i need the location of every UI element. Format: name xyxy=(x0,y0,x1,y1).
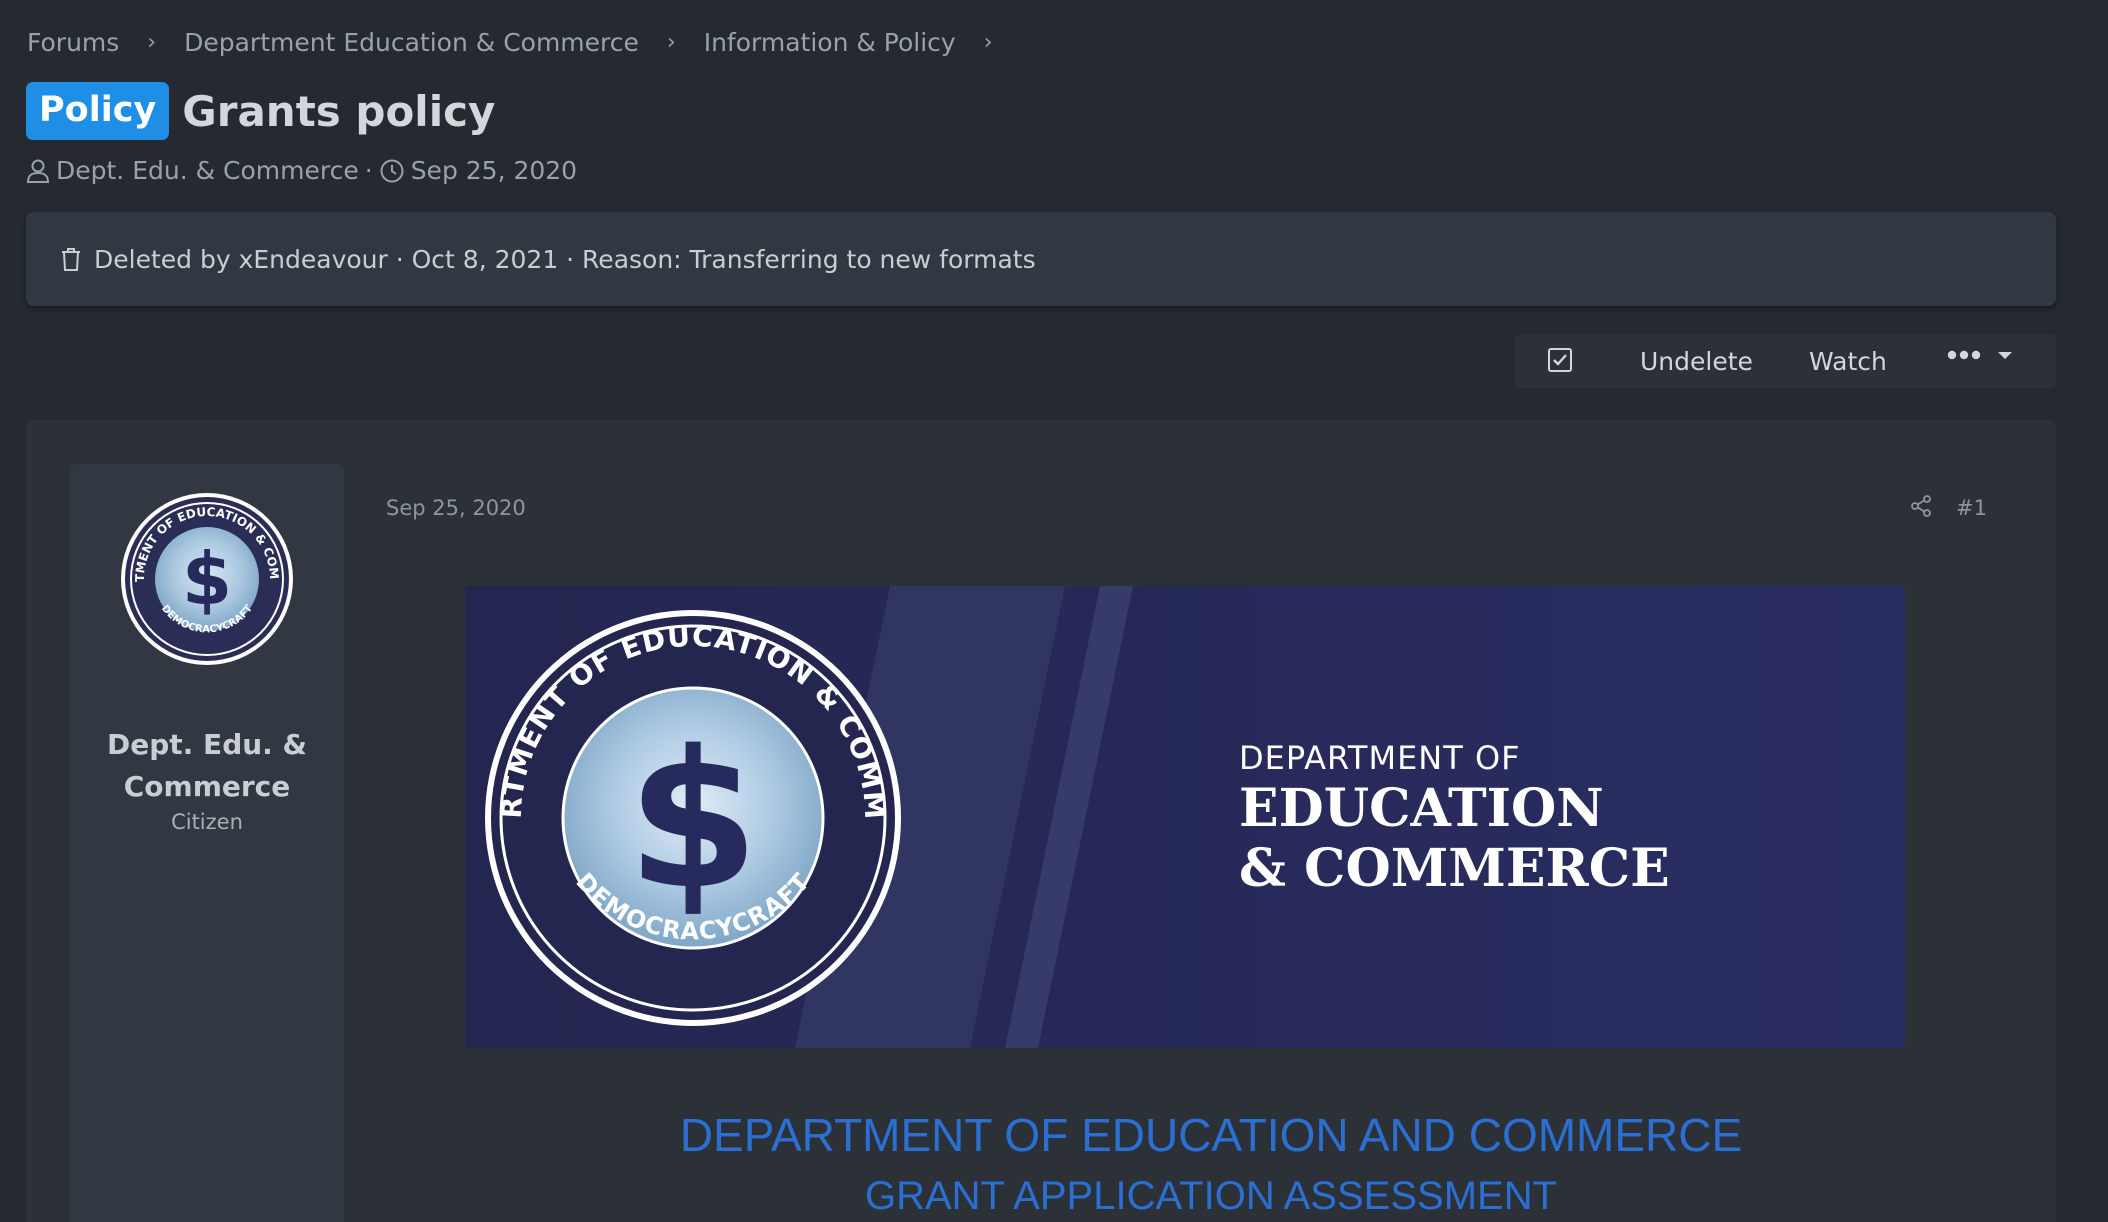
banner-image: DEPARTMENT OF EDUCATION & COMMERCE DEMOC… xyxy=(465,586,1905,1048)
avatar[interactable]: DEPARTMENT OF EDUCATION & COMMERCE DEMOC… xyxy=(120,492,294,666)
seal-dollar-sign: $ xyxy=(627,710,759,931)
clock-icon xyxy=(380,159,404,182)
thread-page: Forums › Department Education & Commerce… xyxy=(0,0,2108,1222)
more-options-button[interactable] xyxy=(1947,348,2015,362)
thread-title-row: Policy Grants policy xyxy=(26,82,495,140)
breadcrumb-department[interactable]: Department Education & Commerce xyxy=(184,28,639,57)
chevron-right-icon: › xyxy=(147,30,157,55)
post-date[interactable]: Sep 25, 2020 xyxy=(386,496,526,520)
caret-down-icon xyxy=(1998,352,2012,359)
banner-line-1: DEPARTMENT OF xyxy=(1239,739,1521,777)
watch-button[interactable]: Watch xyxy=(1809,347,1887,376)
undelete-button[interactable]: Undelete xyxy=(1640,347,1753,376)
chevron-right-icon: › xyxy=(666,30,676,55)
breadcrumb: Forums › Department Education & Commerce… xyxy=(27,28,1021,57)
thread-action-bar: Undelete Watch xyxy=(1515,334,2056,388)
user-icon xyxy=(26,159,50,183)
thread-author[interactable]: Dept. Edu. & Commerce xyxy=(56,156,359,185)
deleted-notice-text: Deleted by xEndeavour · Oct 8, 2021 · Re… xyxy=(94,244,1036,274)
post-user-cell: DEPARTMENT OF EDUCATION & COMMERCE DEMOC… xyxy=(70,464,344,1222)
post-heading-main: DEPARTMENT OF EDUCATION AND COMMERCE xyxy=(679,1109,1743,1161)
thread-date[interactable]: Sep 25, 2020 xyxy=(411,156,577,185)
more-dots-icon xyxy=(1947,350,1981,360)
banner-line-2: EDUCATION xyxy=(1239,778,1604,839)
prefix-badge[interactable]: Policy xyxy=(26,82,170,140)
trash-icon xyxy=(62,248,80,271)
banner-line-3: & COMMERCE xyxy=(1239,838,1670,899)
post-heading-sub: GRANT APPLICATION ASSESSMENT xyxy=(864,1174,1558,1218)
page-title: Grants policy xyxy=(182,86,496,136)
breadcrumb-forums[interactable]: Forums xyxy=(27,28,119,57)
post-username[interactable]: Dept. Edu. & Commerce xyxy=(70,724,344,808)
svg-text:$: $ xyxy=(182,537,232,621)
username-line-2: Commerce xyxy=(123,770,291,803)
user-title: Citizen xyxy=(171,810,243,834)
deleted-notice: Deleted by xEndeavour · Oct 8, 2021 · Re… xyxy=(26,212,2056,306)
checkbox-icon[interactable] xyxy=(1547,347,1573,373)
post: DEPARTMENT OF EDUCATION & COMMERCE DEMOC… xyxy=(26,420,2056,1222)
username-line-1: Dept. Edu. & xyxy=(107,728,307,761)
thread-meta: Dept. Edu. & Commerce · Sep 25, 2020 xyxy=(26,156,577,185)
chevron-right-icon: › xyxy=(983,30,993,55)
share-icon[interactable] xyxy=(1910,494,1932,518)
breadcrumb-information-policy[interactable]: Information & Policy xyxy=(704,28,956,57)
meta-separator: · xyxy=(364,156,373,185)
post-number[interactable]: #1 xyxy=(1956,496,1987,520)
